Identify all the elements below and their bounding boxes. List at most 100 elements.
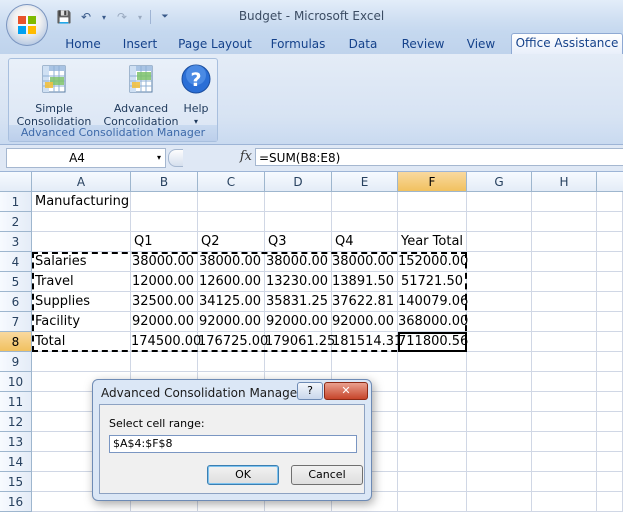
cell[interactable] [597,392,623,412]
cell[interactable]: Q2 [198,232,265,252]
cell[interactable] [532,292,597,312]
cell[interactable] [265,352,332,372]
cell[interactable] [398,432,467,452]
chevron-down-icon[interactable]: ▾ [157,149,161,167]
row-header-1[interactable]: 1 [0,192,32,212]
select-all-corner[interactable] [0,172,32,192]
row-header-5[interactable]: 5 [0,272,32,292]
row-header-7[interactable]: 7 [0,312,32,332]
office-button[interactable] [6,4,48,46]
cell[interactable] [532,432,597,452]
cell[interactable] [467,272,532,292]
tab-formulas[interactable]: Formulas [266,35,330,54]
customize-qat-icon[interactable]: ⏷ [157,9,173,25]
row-header-11[interactable]: 11 [0,392,32,412]
cell[interactable] [597,352,623,372]
cell[interactable] [532,392,597,412]
tab-office-assistance[interactable]: Office Assistance [511,33,623,55]
formula-input[interactable]: =SUM(B8:E8) [255,148,623,166]
cell[interactable] [398,412,467,432]
cell[interactable] [597,252,623,272]
cell[interactable]: 35831.25 [265,292,332,312]
cell[interactable] [532,192,597,212]
insert-function-icon[interactable]: fx [180,148,252,166]
cell[interactable] [597,292,623,312]
cell[interactable]: Supplies [32,292,131,312]
cell[interactable] [532,352,597,372]
cell[interactable]: 152000.00 [398,252,468,272]
cell[interactable]: 37622.81 [332,292,398,312]
row-header-2[interactable]: 2 [0,212,32,232]
cell[interactable] [597,212,623,232]
tab-data[interactable]: Data [340,35,386,54]
row-header-6[interactable]: 6 [0,292,32,312]
column-header-b[interactable]: B [131,172,198,192]
cell[interactable] [398,192,467,212]
cell[interactable] [597,372,623,392]
column-header-d[interactable]: D [265,172,332,192]
cell[interactable]: Year Total [398,232,467,252]
cell[interactable] [532,412,597,432]
cell-range-input[interactable]: $A$4:$F$8 [109,435,357,453]
redo-icon[interactable]: ↷ [114,9,130,25]
cell[interactable] [597,472,623,492]
cell[interactable] [467,312,532,332]
help-button[interactable]: ? Help ▾ [177,61,215,128]
dialog-help-button[interactable]: ? [297,382,323,400]
cell[interactable]: 179061.25 [265,332,335,352]
column-header-i[interactable] [597,172,623,192]
redo-dropdown-icon[interactable]: ▾ [136,9,144,25]
row-header-16[interactable]: 16 [0,492,32,512]
column-header-g[interactable]: G [467,172,532,192]
cell[interactable] [597,332,623,352]
cell[interactable] [467,392,532,412]
cell[interactable] [532,312,597,332]
close-icon[interactable]: ✕ [324,382,368,400]
row-header-13[interactable]: 13 [0,432,32,452]
cell[interactable] [398,372,467,392]
cell[interactable] [398,392,467,412]
row-header-9[interactable]: 9 [0,352,32,372]
cell[interactable] [398,452,467,472]
cell[interactable]: 38000.00 [131,252,198,272]
cell[interactable] [467,452,532,472]
cell[interactable] [532,492,597,512]
cell[interactable]: 92000.00 [198,312,265,332]
tab-view[interactable]: View [460,35,502,54]
cell[interactable] [467,352,532,372]
cell[interactable] [597,432,623,452]
cell[interactable]: 38000.00 [198,252,265,272]
cell[interactable] [32,232,131,252]
cell[interactable]: 51721.50 [398,272,467,292]
cell[interactable]: 711800.56 [398,332,468,352]
cell[interactable] [32,352,131,372]
cell[interactable]: Manufacturing [32,192,131,212]
cell[interactable] [265,192,332,212]
cell[interactable]: Salaries [32,252,131,272]
cell[interactable] [332,192,398,212]
row-header-14[interactable]: 14 [0,452,32,472]
cell[interactable] [597,232,623,252]
cell[interactable] [532,472,597,492]
cell[interactable] [467,192,532,212]
row-header-3[interactable]: 3 [0,232,32,252]
cell[interactable] [532,252,597,272]
advanced-consolidation-button[interactable]: Advanced Concolidation [99,61,183,128]
cell[interactable] [398,352,467,372]
cell[interactable]: Travel [32,272,131,292]
cell[interactable]: 38000.00 [265,252,332,272]
cell[interactable]: 13891.50 [332,272,398,292]
cell[interactable]: 140079.06 [398,292,468,312]
cell[interactable]: Q1 [131,232,198,252]
cell[interactable]: 368000.00 [398,312,468,332]
cell[interactable] [467,292,532,312]
tab-page-layout[interactable]: Page Layout [176,35,254,54]
cell[interactable]: Total [32,332,131,352]
cell[interactable] [597,312,623,332]
cell[interactable] [332,212,398,232]
cell[interactable]: Q4 [332,232,398,252]
cell[interactable] [467,252,532,272]
cell[interactable] [467,212,532,232]
cell[interactable] [198,192,265,212]
cell[interactable] [198,352,265,372]
